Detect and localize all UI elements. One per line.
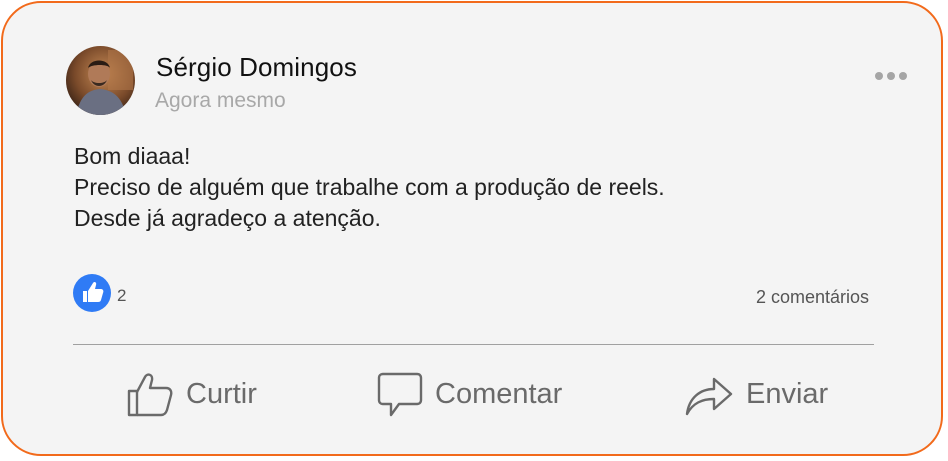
like-button[interactable]: Curtir	[126, 368, 257, 420]
thumbs-up-outline-icon	[127, 373, 173, 417]
post-timestamp: Agora mesmo	[155, 89, 286, 112]
speech-bubble-icon	[377, 372, 423, 417]
post-text-line: Bom diaaa!	[74, 143, 191, 169]
divider	[73, 344, 874, 345]
post-text: Bom diaaa! Preciso de alguém que trabalh…	[74, 141, 665, 234]
comment-button-label: Comentar	[435, 377, 563, 410]
author-name[interactable]: Sérgio Domingos	[156, 52, 357, 83]
ellipsis-icon	[875, 72, 883, 80]
avatar[interactable]	[66, 46, 135, 115]
post-card: Sérgio Domingos Agora mesmo Bom diaaa! P…	[1, 1, 943, 456]
ellipsis-icon	[887, 72, 895, 80]
comment-button[interactable]: Comentar	[377, 368, 562, 420]
share-button-label: Enviar	[746, 377, 829, 410]
comment-count-link[interactable]: 2 comentários	[756, 287, 869, 308]
share-button[interactable]: Enviar	[684, 368, 828, 420]
post-text-line: Preciso de alguém que trabalhe com a pro…	[74, 174, 665, 200]
more-options-button[interactable]	[875, 69, 909, 83]
share-arrow-icon	[685, 377, 733, 416]
ellipsis-icon	[899, 72, 907, 80]
like-button-label: Curtir	[186, 377, 257, 410]
thumbs-up-icon[interactable]	[73, 274, 111, 312]
like-count[interactable]: 2	[117, 286, 126, 306]
post-text-line: Desde já agradeço a atenção.	[74, 205, 381, 231]
